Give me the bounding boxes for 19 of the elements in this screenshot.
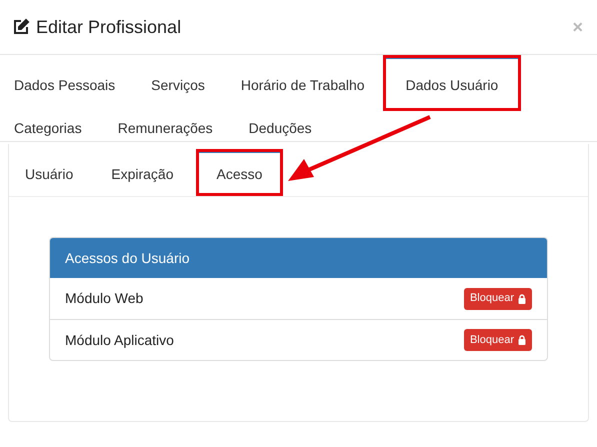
edit-icon	[12, 18, 30, 36]
tab[interactable]: Expiração	[89, 149, 196, 196]
tab[interactable]: Acesso	[196, 149, 283, 196]
dialog-title: Editar Profissional	[36, 16, 182, 38]
card-title: Acessos do Usuário	[65, 248, 190, 268]
block-button[interactable]: Bloquear	[464, 329, 532, 351]
block-button[interactable]: Bloquear	[464, 288, 532, 310]
module-name: Módulo Aplicativo	[65, 330, 174, 350]
tab[interactable]: Dados Pessoais	[0, 55, 130, 111]
tab[interactable]: Categorias	[0, 111, 100, 141]
tab[interactable]: Horário de Trabalho	[226, 55, 379, 111]
lock-icon	[518, 294, 526, 304]
module-name: Módulo Web	[65, 289, 144, 308]
tab[interactable]: Usuário	[9, 149, 90, 196]
tab[interactable]: Serviços	[129, 55, 227, 111]
lock-icon	[518, 335, 526, 345]
tab[interactable]: Deduções	[230, 111, 330, 141]
tab[interactable]: Dados Usuário	[382, 55, 522, 111]
tab[interactable]: Remunerações	[100, 111, 231, 141]
